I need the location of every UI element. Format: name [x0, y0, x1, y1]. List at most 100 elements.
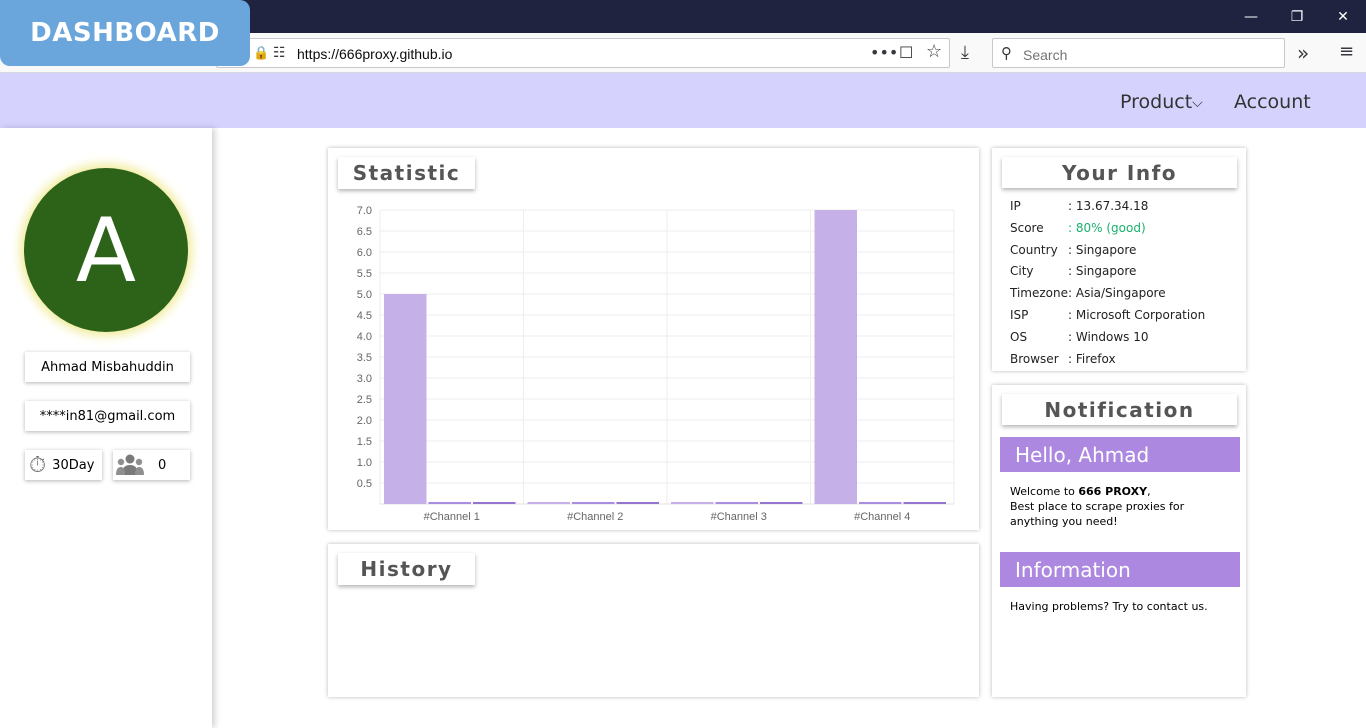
- statistic-panel: Statistic 7.0 6.5 6.0 5.5 5.0 4.5 4.0 3.5 3.0 2.5…: [328, 148, 979, 530]
- info-key: Score: [1010, 220, 1044, 235]
- info-value: : Singapore: [1068, 242, 1137, 257]
- notification-panel: Notification Hello, Ahmad Welcome to 666…: [992, 385, 1246, 697]
- info-key: ISP: [1010, 308, 1029, 322]
- avatar: A: [24, 168, 188, 332]
- users-count-card: 0: [113, 450, 190, 480]
- statistic-chart: 7.0 6.5 6.0 5.5 5.0 4.5 4.0 3.5 3.0 2.5 2.0 1.5 1.0 0…: [357, 205, 955, 523]
- info-value: : Firefox: [1068, 351, 1116, 366]
- bar: [428, 502, 471, 504]
- info-row: ISP : Microsoft Corporation: [1010, 308, 1205, 322]
- info-row: City : Singapore: [1010, 264, 1136, 278]
- info-row: Browser : Firefox: [1010, 352, 1116, 366]
- days-remaining: 30Day: [52, 457, 95, 473]
- info-row: OS : Windows 10: [1010, 330, 1149, 344]
- history-title: History: [338, 553, 475, 585]
- permissions-icon[interactable]: ☷: [273, 45, 286, 61]
- info-key: IP: [1010, 199, 1021, 213]
- info-row: IP : 13.67.34.18: [1010, 199, 1148, 213]
- y-tick-label: 1.0: [357, 457, 372, 469]
- information-text: Having problems? Try to contact us.: [1010, 600, 1208, 613]
- bar: [903, 502, 946, 504]
- bar: [572, 502, 615, 504]
- hamburger-menu-icon[interactable]: ≡: [1339, 41, 1354, 62]
- url-text[interactable]: https://666proxy.github.io: [297, 46, 452, 62]
- x-tick-label: #Channel 2: [567, 511, 623, 523]
- welcome-prefix: Welcome to: [1010, 485, 1079, 498]
- info-row: Score : 80% (good): [1010, 221, 1146, 235]
- info-value: : Windows 10: [1068, 329, 1149, 344]
- url-bar[interactable]: 🔒 ☷ https://666proxy.github.io ••• ☐ ☆: [216, 38, 950, 68]
- welcome-suffix: ,: [1147, 485, 1151, 498]
- welcome-line2: Best place to scrape proxies for anythin…: [1010, 500, 1185, 528]
- users-count: 0: [158, 457, 167, 473]
- profile-sidebar: A Ahmad Misbahuddin ****in81@gmail.com ⏱…: [0, 128, 212, 728]
- info-key: City: [1010, 264, 1034, 279]
- info-key: Browser: [1010, 351, 1059, 366]
- y-tick-label: 4.0: [357, 331, 372, 343]
- bar: [760, 502, 803, 504]
- y-tick-label: 2.5: [357, 394, 372, 406]
- your-info-title: Your Info: [1002, 157, 1237, 188]
- your-info-panel: Your Info IP : 13.67.34.18 Score : 80% (goo…: [992, 148, 1246, 371]
- page-actions-icon[interactable]: •••: [870, 43, 898, 62]
- info-value: : Microsoft Corporation: [1068, 308, 1206, 322]
- bar: [473, 502, 516, 504]
- y-tick-label: 7.0: [357, 205, 372, 217]
- notification-title: Notification: [1002, 394, 1237, 425]
- app-navbar: Product⌵ Account: [0, 73, 1366, 128]
- y-tick-label: 3.0: [357, 373, 372, 385]
- nav-account[interactable]: Account: [1234, 91, 1311, 113]
- y-tick-label: 5.5: [357, 268, 372, 280]
- download-icon[interactable]: ⤓: [961, 42, 969, 63]
- search-bar[interactable]: ⚲ Search: [992, 38, 1285, 68]
- info-value: : 80% (good): [1068, 220, 1146, 235]
- info-value: : 13.67.34.18: [1068, 199, 1149, 213]
- profile-name: Ahmad Misbahuddin: [25, 352, 190, 382]
- y-tick-label: 1.5: [357, 436, 372, 448]
- overflow-menu-icon[interactable]: »: [1297, 41, 1309, 65]
- pocket-icon[interactable]: ☐: [899, 43, 913, 62]
- bar: [616, 502, 659, 504]
- y-tick-label: 2.0: [357, 415, 372, 427]
- dashboard-badge: DASHBOARD: [0, 0, 250, 66]
- bar: [671, 502, 714, 504]
- y-tick-label: 5.0: [357, 289, 372, 301]
- welcome-message: Welcome to 666 PROXY, Best place to scra…: [1010, 484, 1230, 529]
- bookmark-star-icon[interactable]: ☆: [926, 41, 942, 62]
- bar: [715, 502, 758, 504]
- info-value: : Singapore: [1068, 264, 1137, 279]
- x-tick-label: #Channel 1: [424, 511, 480, 523]
- info-row: Timezone: Asia/Singapore: [1010, 286, 1166, 300]
- x-tick-label: #Channel 3: [711, 511, 767, 523]
- lock-icon[interactable]: 🔒: [253, 46, 269, 61]
- minimize-icon[interactable]: —: [1228, 0, 1274, 33]
- bar: [384, 294, 427, 504]
- x-tick-label: #Channel 4: [854, 511, 910, 523]
- nav-product-label: Product: [1120, 91, 1193, 113]
- users-group-icon: [116, 453, 144, 477]
- info-key: Timezone: [1010, 286, 1068, 301]
- nav-product[interactable]: Product⌵: [1120, 91, 1203, 113]
- history-panel: History: [328, 544, 979, 697]
- restore-icon[interactable]: ❐: [1274, 0, 1320, 33]
- information-heading: Information: [1000, 552, 1240, 587]
- info-key: Country: [1010, 242, 1058, 257]
- hello-heading: Hello, Ahmad: [1000, 437, 1240, 472]
- info-row: Country : Singapore: [1010, 243, 1136, 257]
- bar: [814, 210, 857, 504]
- y-tick-label: 0.5: [357, 478, 372, 490]
- chevron-down-icon: ⌵: [1192, 95, 1203, 111]
- info-key: OS: [1010, 329, 1028, 344]
- info-value: : Asia/Singapore: [1068, 286, 1166, 301]
- close-icon[interactable]: ✕: [1320, 0, 1366, 33]
- search-placeholder: Search: [1023, 47, 1068, 63]
- bar: [527, 502, 570, 504]
- stopwatch-icon: ⏱: [29, 452, 47, 478]
- search-icon: ⚲: [1001, 44, 1012, 62]
- welcome-brand: 666 PROXY: [1078, 485, 1148, 498]
- y-tick-label: 6.0: [357, 247, 372, 259]
- y-tick-label: 4.5: [357, 310, 372, 322]
- profile-email: ****in81@gmail.com: [25, 401, 190, 431]
- days-remaining-card: ⏱ 30Day: [25, 450, 102, 480]
- bar: [859, 502, 902, 504]
